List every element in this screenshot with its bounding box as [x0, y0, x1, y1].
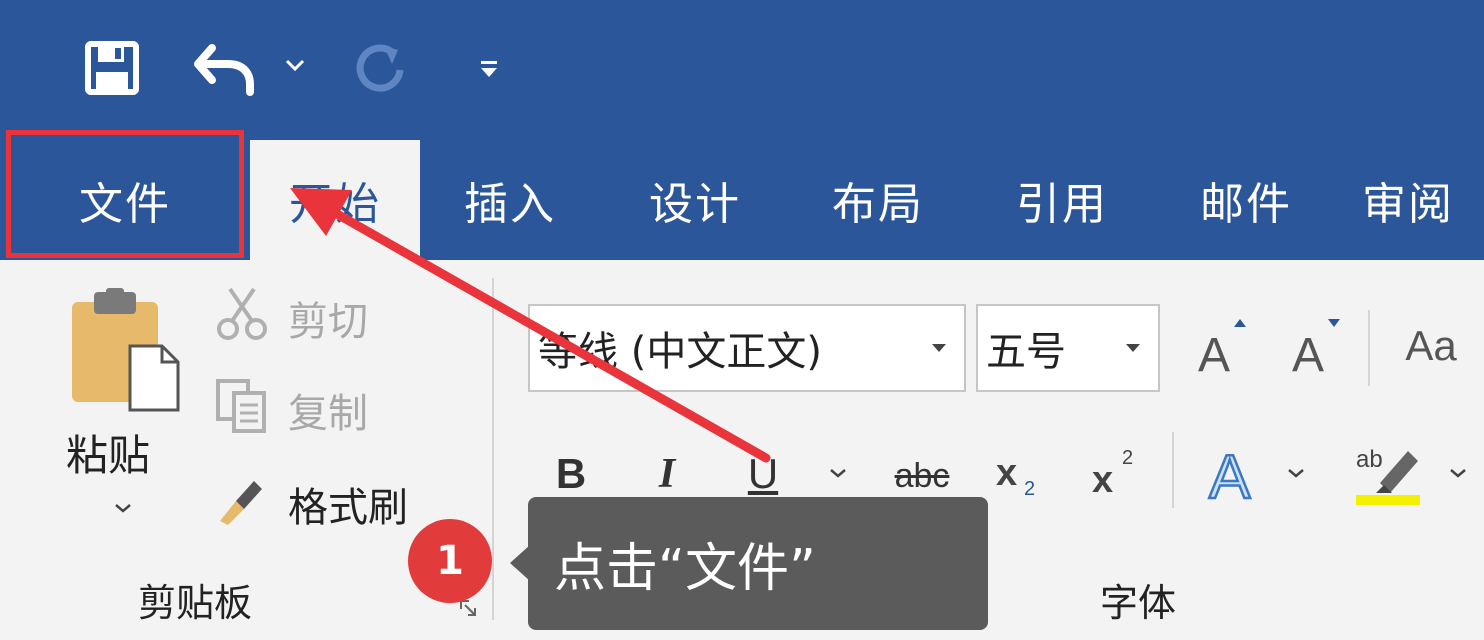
scissors-icon: [214, 285, 270, 351]
font-group-label: 字体: [1100, 581, 1177, 625]
highlight-color-icon[interactable]: ab: [1350, 436, 1426, 508]
paintbrush-icon: [214, 471, 270, 537]
cut-label: 剪切: [288, 299, 368, 345]
svg-text:A: A: [1209, 443, 1251, 506]
tab-home[interactable]: 开始: [250, 140, 420, 260]
font-name-value: 等线 (中文正文): [538, 329, 822, 375]
font-size-value: 五号: [986, 329, 1066, 375]
svg-text:2: 2: [1122, 447, 1133, 469]
highlight-dropdown-chevron-icon[interactable]: [1448, 460, 1468, 485]
svg-text:2: 2: [1024, 478, 1035, 499]
font-size-dropdown[interactable]: 五号: [976, 304, 1160, 392]
instruction-tooltip: 点击“文件”: [528, 497, 988, 630]
underline-dropdown-chevron-icon[interactable]: [828, 460, 848, 485]
save-icon[interactable]: [80, 38, 144, 98]
tooltip-text: 点击“文件”: [554, 539, 816, 599]
svg-text:x: x: [996, 452, 1017, 494]
copy-icon: [214, 377, 270, 443]
font-name-caret-icon: [932, 344, 946, 352]
strikethrough-button[interactable]: abc: [884, 450, 960, 502]
font-name-dropdown[interactable]: 等线 (中文正文): [528, 304, 966, 392]
tab-layout[interactable]: 布局: [808, 140, 948, 260]
tab-review[interactable]: 审阅: [1362, 140, 1484, 260]
underline-button[interactable]: U: [736, 446, 790, 502]
clipboard-group-label: 剪贴板: [138, 581, 253, 625]
font-size-caret-icon: [1126, 344, 1140, 352]
shrink-font-icon[interactable]: A: [1286, 310, 1346, 380]
undo-icon[interactable]: [190, 38, 260, 98]
file-tab-highlight: [6, 130, 244, 258]
svg-text:x: x: [1092, 459, 1113, 498]
svg-text:A: A: [1292, 329, 1324, 377]
text-effects-icon[interactable]: A: [1200, 438, 1270, 508]
group-separator: [492, 278, 494, 620]
italic-button[interactable]: I: [640, 446, 694, 502]
bold-button[interactable]: B: [544, 446, 598, 502]
svg-text:ab: ab: [1356, 446, 1383, 473]
paste-button-label[interactable]: 粘贴: [66, 422, 150, 483]
tab-insert[interactable]: 插入: [440, 140, 580, 260]
paste-icon[interactable]: [66, 288, 184, 414]
text-effects-dropdown-chevron-icon[interactable]: [1286, 460, 1306, 485]
change-case-button[interactable]: Aa: [1396, 314, 1466, 378]
superscript-icon[interactable]: x 2: [1086, 440, 1150, 500]
group-separator: [1368, 310, 1370, 386]
tab-design[interactable]: 设计: [625, 140, 765, 260]
customize-toolbar-icon[interactable]: [472, 52, 506, 86]
copy-button: 复制: [214, 377, 368, 443]
step-number-badge: 1: [408, 519, 492, 603]
copy-label: 复制: [288, 391, 368, 437]
format-painter-button[interactable]: 格式刷: [214, 474, 408, 534]
svg-text:A: A: [1198, 329, 1230, 377]
format-painter-label: 格式刷: [288, 485, 408, 531]
group-separator: [1172, 432, 1174, 508]
cut-button: 剪切: [214, 285, 368, 351]
paste-dropdown-chevron-icon[interactable]: [108, 496, 138, 520]
redo-icon: [348, 36, 412, 100]
grow-font-icon[interactable]: A: [1192, 310, 1252, 380]
tab-mailings[interactable]: 邮件: [1176, 140, 1316, 260]
tooltip-tail: [510, 545, 530, 581]
subscript-icon[interactable]: x 2: [990, 446, 1054, 502]
undo-dropdown-chevron-icon[interactable]: [280, 50, 310, 80]
tab-references[interactable]: 引用: [992, 140, 1132, 260]
